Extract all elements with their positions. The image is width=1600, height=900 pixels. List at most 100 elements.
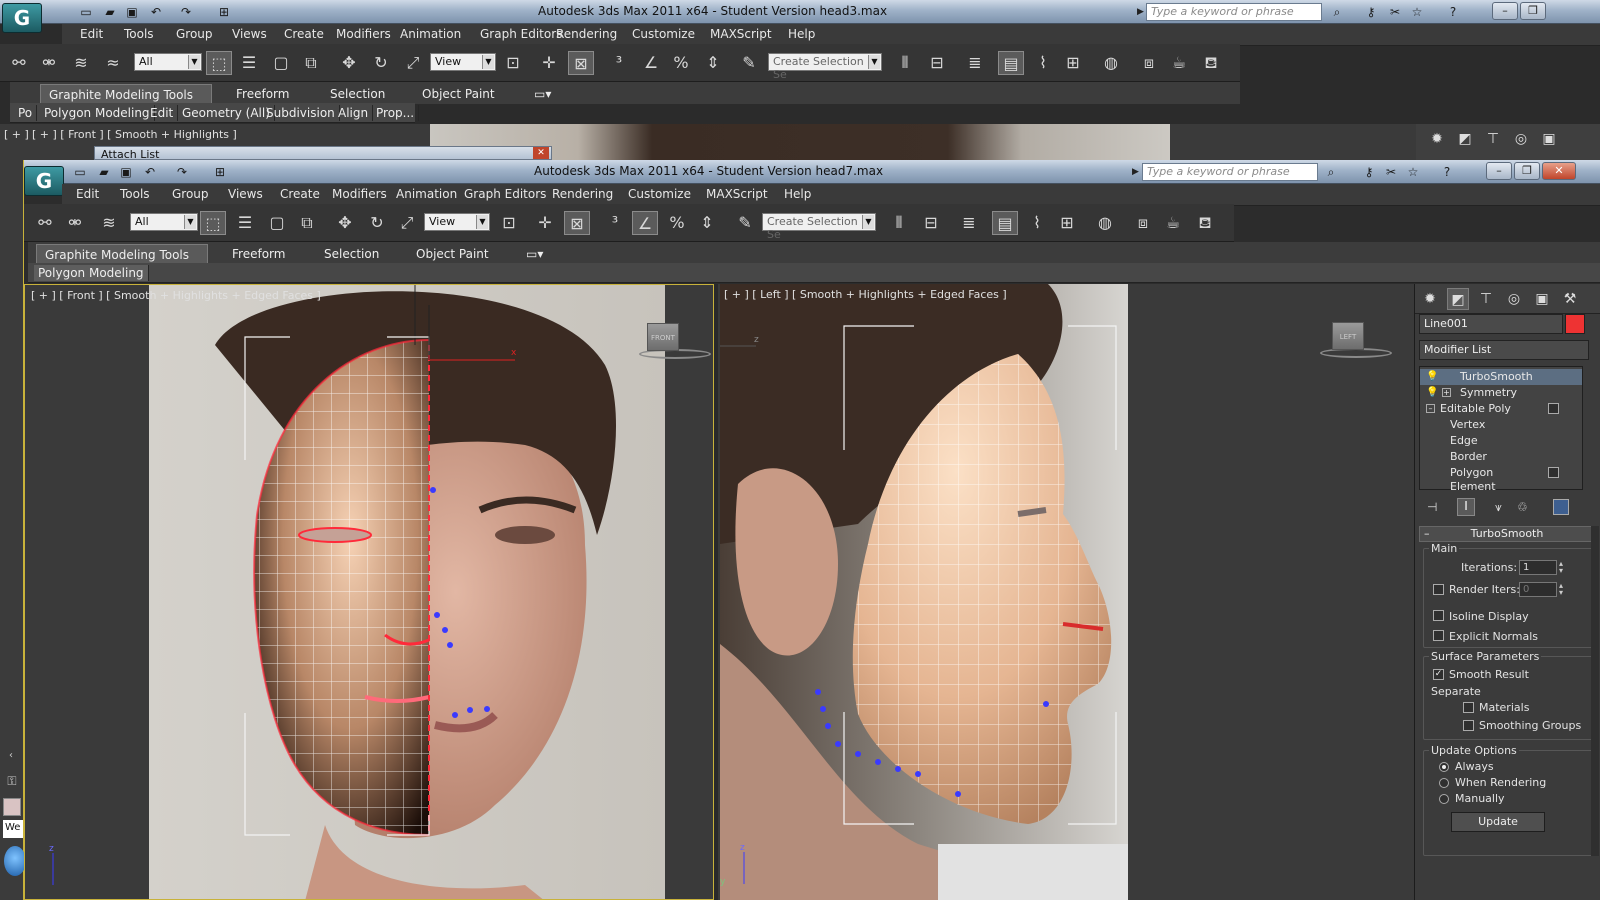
back-viewport-label[interactable]: [ + ] [ Front ] [ Smooth + Highlights ] <box>32 128 237 141</box>
when-rendering-radio[interactable] <box>1439 778 1449 788</box>
menu-tools[interactable]: Tools <box>120 187 150 201</box>
stack-item-symmetry[interactable]: 💡 + Symmetry <box>1420 385 1582 401</box>
show-end-result-icon[interactable]: I <box>1457 498 1475 516</box>
save-icon[interactable]: ▣ <box>124 4 140 20</box>
ribbon-options-icon[interactable]: ▭▾ <box>518 244 551 264</box>
unlink-icon[interactable]: ⚮ <box>62 211 88 235</box>
display-tab-icon[interactable]: ▣ <box>1531 288 1553 310</box>
motion-tab-icon[interactable]: ◎ <box>1510 128 1532 150</box>
stack-item-border[interactable]: Border <box>1420 449 1582 465</box>
tools-icon[interactable]: ✂ <box>1386 4 1404 20</box>
turbosmooth-rollout-header[interactable]: – TurboSmooth <box>1419 526 1595 542</box>
dialog-close-icon[interactable]: ✕ <box>533 147 549 159</box>
menu-views[interactable]: Views <box>232 27 267 41</box>
isoline-display-checkbox[interactable] <box>1433 610 1444 621</box>
menu-create[interactable]: Create <box>280 187 320 201</box>
hierarchy-tab-icon[interactable]: ⊤ <box>1482 128 1504 150</box>
restore-button[interactable]: ❐ <box>1514 162 1540 180</box>
command-panel-scrollbar[interactable] <box>1591 526 1599 856</box>
tab-graphite-modeling-tools[interactable]: Graphite Modeling Tools <box>36 244 208 264</box>
front-viewport[interactable]: [ + ] [ Front ] [ Smooth + Highlights + … <box>24 284 714 900</box>
spinner-snap-icon[interactable]: ⇕ <box>694 211 720 235</box>
modify-tab-icon[interactable]: ◩ <box>1454 128 1476 150</box>
attach-list-dialog[interactable]: Attach List ✕ <box>94 146 552 161</box>
stack-item-editable-poly[interactable]: – Editable Poly <box>1420 401 1582 417</box>
stack-item-element[interactable]: Element <box>1420 479 1582 491</box>
menu-customize[interactable]: Customize <box>632 27 695 41</box>
key-icon[interactable]: ⚷ <box>1360 164 1378 180</box>
panel-edit[interactable]: Edit <box>146 105 179 121</box>
expand-plus-icon[interactable]: + <box>1442 388 1451 397</box>
motion-tab-icon[interactable]: ◎ <box>1503 288 1525 310</box>
star-icon[interactable]: ☆ <box>1408 4 1426 20</box>
front-ref-coord-dropdown[interactable]: View ▼ <box>424 213 490 231</box>
smoothing-groups-checkbox[interactable] <box>1463 720 1474 731</box>
mirror-icon[interactable]: ⫴ <box>892 51 918 75</box>
rendered-frame-icon[interactable]: ☕ <box>1166 51 1192 75</box>
light-bulb-icon[interactable]: 💡 <box>1426 369 1438 385</box>
keyboard-shortcut-icon[interactable]: ⊠ <box>568 51 594 75</box>
back-named-selection-dropdown[interactable]: Create Selection Se ▼ <box>768 53 882 81</box>
link-icon[interactable]: ⚯ <box>32 211 58 235</box>
render-setup-icon[interactable]: ⧈ <box>1130 211 1156 235</box>
menu-modifiers[interactable]: Modifiers <box>332 187 387 201</box>
wave-icon[interactable]: ≈ <box>100 51 126 75</box>
curve-editor-icon[interactable]: ⌇ <box>1024 211 1050 235</box>
pin-stack-icon[interactable]: ⊣ <box>1427 500 1437 514</box>
panel-geometry-all[interactable]: Geometry (All) <box>178 105 275 121</box>
link-icon[interactable]: ⚯ <box>6 51 32 75</box>
explicit-normals-checkbox[interactable] <box>1433 630 1444 641</box>
front-search-input[interactable]: Type a keyword or phrase <box>1142 163 1318 181</box>
left-viewport[interactable]: [ + ] [ Left ] [ Smooth + Highlights + E… <box>718 284 1414 900</box>
bind-space-warp-icon[interactable]: ≋ <box>96 211 122 235</box>
light-bulb-icon[interactable]: 💡 <box>1426 385 1438 401</box>
key-icon[interactable]: ⚷ <box>1362 4 1380 20</box>
project-icon[interactable]: ⊞ <box>212 164 228 180</box>
layer-manager-icon[interactable]: ≣ <box>962 51 988 75</box>
render-production-icon[interactable]: ⛾ <box>1192 211 1218 235</box>
modify-tab-icon[interactable]: ◩ <box>1447 288 1469 310</box>
back-left-field[interactable]: We <box>3 820 23 838</box>
open-file-icon[interactable]: ▰ <box>102 4 118 20</box>
panel-polygon-modeling[interactable]: Polygon Modeling <box>34 265 149 281</box>
menu-rendering[interactable]: Rendering <box>552 187 613 201</box>
search-arrow-icon[interactable]: ▶ <box>1132 164 1142 180</box>
utilities-tab-icon[interactable]: ⚒ <box>1559 288 1581 310</box>
angle-snap-icon[interactable]: ∠ <box>632 211 658 235</box>
menu-graph-editors[interactable]: Graph Editors <box>464 187 546 201</box>
pivot-icon[interactable]: ⊡ <box>496 211 522 235</box>
menu-graph-editors[interactable]: Graph Editors <box>480 27 562 41</box>
create-tab-icon[interactable]: ✹ <box>1419 288 1441 310</box>
spinner-snap-icon[interactable]: ⇕ <box>700 51 726 75</box>
menu-create[interactable]: Create <box>284 27 324 41</box>
menu-group[interactable]: Group <box>176 27 213 41</box>
front-named-selection-dropdown[interactable]: Create Selection Se ▼ <box>762 213 876 241</box>
select-by-name-icon[interactable]: ☰ <box>236 51 262 75</box>
manually-radio[interactable] <box>1439 794 1449 804</box>
menu-modifiers[interactable]: Modifiers <box>336 27 391 41</box>
move-icon[interactable]: ✥ <box>336 51 362 75</box>
panel-prop[interactable]: Prop... <box>372 105 420 121</box>
render-iters-checkbox[interactable] <box>1433 584 1444 595</box>
window-crossing-icon[interactable]: ⧉ <box>298 51 324 75</box>
angle-snap-icon[interactable]: ∠ <box>638 51 664 75</box>
menu-maxscript[interactable]: MAXScript <box>710 27 772 41</box>
rect-selection-icon[interactable]: ▢ <box>268 51 294 75</box>
tab-object-paint[interactable]: Object Paint <box>408 244 497 264</box>
new-file-icon[interactable]: ▭ <box>72 164 88 180</box>
menu-tools[interactable]: Tools <box>124 27 154 41</box>
remove-modifier-icon[interactable]: ♲ <box>1517 500 1528 514</box>
stack-item-edge[interactable]: Edge <box>1420 433 1582 449</box>
star-icon[interactable]: ☆ <box>1404 164 1422 180</box>
modifier-list-dropdown[interactable]: Modifier List <box>1419 340 1589 360</box>
menu-animation[interactable]: Animation <box>400 27 461 41</box>
schematic-view-icon[interactable]: ⊞ <box>1060 51 1086 75</box>
binoculars-icon[interactable]: ⌕ <box>1328 4 1346 20</box>
back-collapse-arrow-icon[interactable]: ‹ <box>2 750 20 766</box>
select-object-icon[interactable]: ⬚ <box>206 51 232 75</box>
curve-editor-icon[interactable]: ⌇ <box>1030 51 1056 75</box>
update-button[interactable]: Update <box>1451 812 1545 832</box>
make-unique-icon[interactable]: ⩛ <box>1495 500 1502 515</box>
menu-maxscript[interactable]: MAXScript <box>706 187 768 201</box>
minimize-button[interactable]: – <box>1492 2 1518 20</box>
